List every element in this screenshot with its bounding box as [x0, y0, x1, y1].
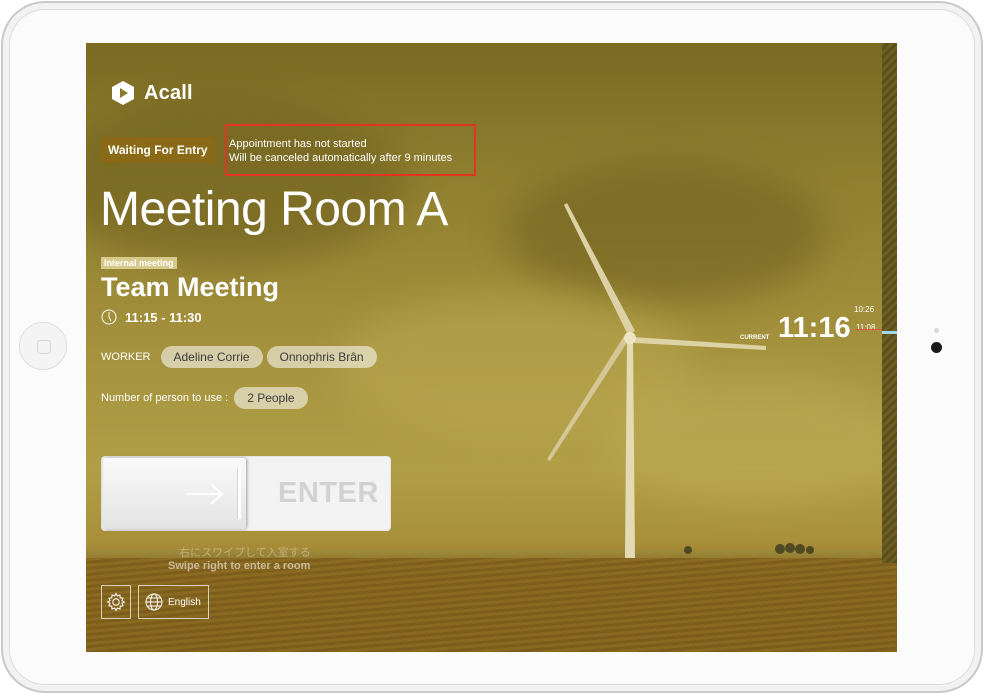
- notice-line-1: Appointment has not started: [229, 138, 367, 150]
- worker-chip: Onnophris Brân: [266, 346, 377, 368]
- timeline-current-line: [855, 329, 882, 330]
- worker-chip: Adeline Corrie: [160, 346, 263, 368]
- camera: [931, 342, 942, 353]
- persons-row: Number of person to use : 2 People: [101, 387, 308, 409]
- brand-logo: Acall: [110, 80, 193, 106]
- swipe-hint-en: Swipe right to enter a room: [168, 560, 311, 572]
- persons-value: 2 People: [234, 387, 308, 409]
- timeline-current-label: CURRENT: [740, 335, 770, 341]
- appointment-notice: Appointment has not started Will be canc…: [225, 124, 476, 176]
- meeting-time-text: 11:15 - 11:30: [125, 309, 202, 325]
- enter-label: ENTER: [278, 477, 379, 509]
- brand-name: Acall: [144, 81, 193, 104]
- timeline-current-marker: [882, 331, 897, 334]
- worker-list: WORKER Adeline Corrie Onnophris Brân: [101, 346, 377, 368]
- sensor: [934, 328, 939, 333]
- swipe-handle[interactable]: [103, 458, 246, 529]
- language-button[interactable]: English: [138, 585, 209, 619]
- meeting-title: Team Meeting: [101, 272, 280, 302]
- persons-label: Number of person to use :: [101, 392, 229, 404]
- timeline-tick: 10:26: [854, 305, 875, 314]
- arrow-right-icon: [187, 483, 224, 505]
- globe-icon: [145, 593, 163, 611]
- settings-button[interactable]: [101, 585, 131, 619]
- timeline-current-time: 11:16: [778, 312, 851, 344]
- timeline-tick-marker: 11:08: [856, 323, 876, 332]
- screen: Acall Waiting For Entry Appointment has …: [86, 43, 897, 652]
- timeline-track[interactable]: [882, 43, 897, 563]
- swipe-grip: [237, 468, 241, 519]
- clock-icon: [101, 309, 117, 325]
- home-square-icon: [37, 340, 51, 354]
- gear-icon: [106, 592, 126, 612]
- distant-trees: [684, 543, 814, 554]
- meeting-time: 11:15 - 11:30: [101, 309, 202, 325]
- swipe-hint-jp: 右にスワイプして入室する: [179, 547, 311, 559]
- wind-turbine: [547, 203, 766, 558]
- worker-label: WORKER: [101, 351, 151, 363]
- room-title: Meeting Room A: [100, 183, 448, 236]
- meeting-type-tag: Internal meeting: [101, 257, 177, 269]
- home-button[interactable]: [19, 322, 67, 370]
- acall-logo-icon: [112, 81, 134, 105]
- language-label: English: [168, 596, 201, 608]
- status-badge: Waiting For Entry: [101, 137, 215, 163]
- swipe-to-enter[interactable]: ENTER: [101, 456, 391, 531]
- notice-line-2: Will be canceled automatically after 9 m…: [229, 152, 453, 164]
